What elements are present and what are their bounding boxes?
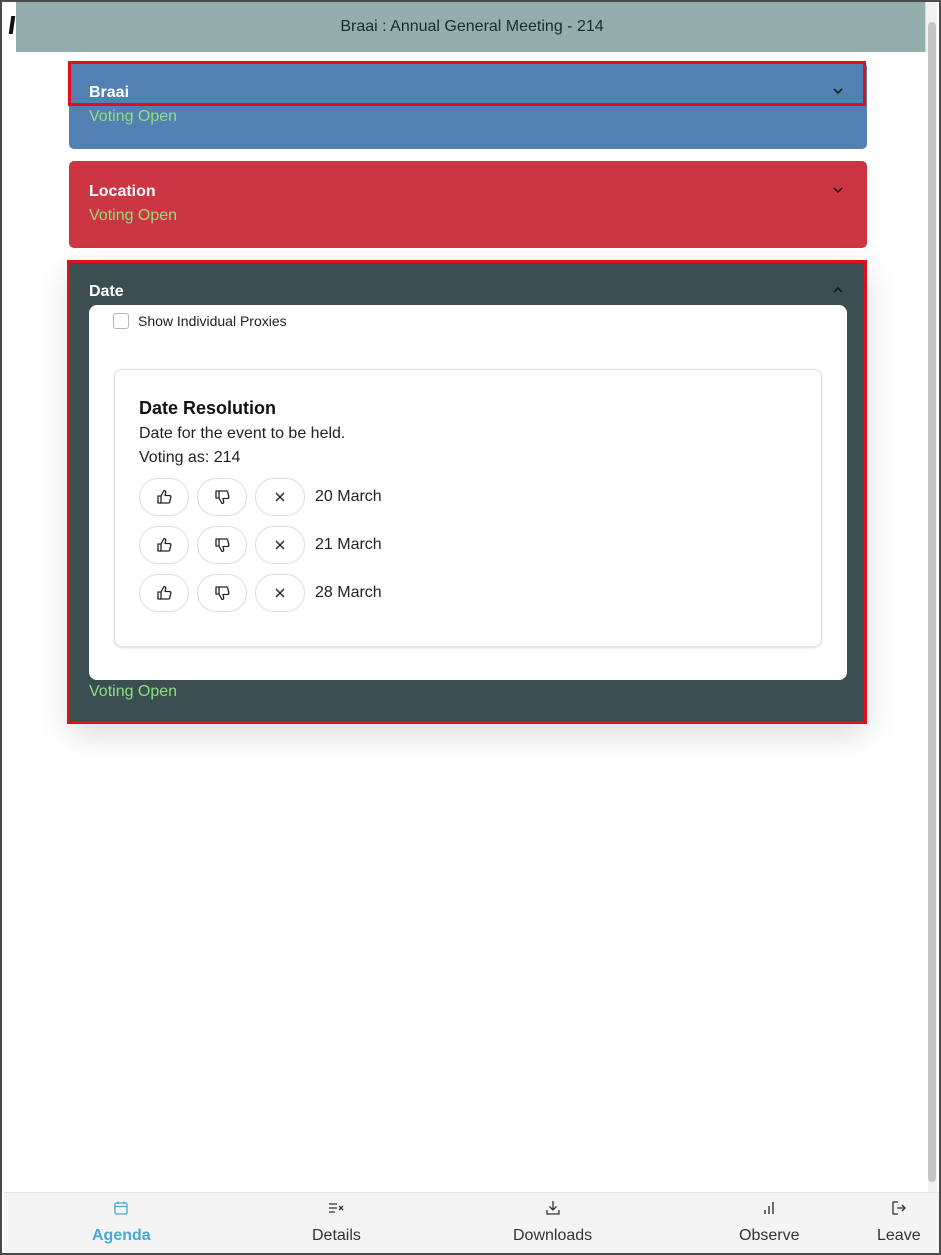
- show-proxies-checkbox[interactable]: [113, 313, 129, 329]
- agenda-item-title: Date: [89, 283, 124, 300]
- exit-icon: [892, 1201, 906, 1215]
- nav-downloads-label: Downloads: [513, 1227, 593, 1244]
- agenda-content: Braai Voting Open Location Voting Open D…: [16, 52, 928, 1192]
- vote-for-button[interactable]: [139, 478, 189, 516]
- nav-details[interactable]: Details: [312, 1199, 361, 1245]
- nav-agenda[interactable]: Agenda: [92, 1199, 151, 1245]
- nav-leave-label: Leave: [877, 1227, 921, 1244]
- vote-against-button[interactable]: [197, 478, 247, 516]
- voting-as-label: Voting as: 214: [139, 449, 241, 466]
- close-icon: [275, 540, 285, 550]
- resolution-title: Date Resolution: [139, 398, 277, 418]
- show-proxies-label: Show Individual Proxies: [138, 313, 287, 329]
- window-corner-glyph: [8, 16, 16, 34]
- thumbs-up-icon: [157, 585, 172, 600]
- chevron-up-icon[interactable]: [831, 283, 845, 297]
- close-icon: [275, 588, 285, 598]
- thumbs-down-icon: [215, 586, 230, 601]
- scrollbar-thumb[interactable]: [928, 22, 936, 1182]
- vote-option-label: 20 March: [315, 488, 382, 505]
- nav-downloads[interactable]: Downloads: [513, 1199, 592, 1245]
- show-proxies-toggle[interactable]: Show Individual Proxies: [113, 313, 287, 329]
- nav-observe-label: Observe: [739, 1227, 800, 1244]
- download-icon: [545, 1201, 560, 1215]
- nav-agenda-label: Agenda: [92, 1227, 151, 1244]
- vote-abstain-button[interactable]: [255, 574, 305, 612]
- calendar-icon: [114, 1201, 128, 1215]
- chevron-down-icon[interactable]: [831, 183, 845, 197]
- app-window: Braai : Annual General Meeting - 214 Bra…: [0, 0, 941, 1255]
- vote-for-button[interactable]: [139, 574, 189, 612]
- agenda-item-braai[interactable]: Braai Voting Open: [69, 62, 867, 149]
- nav-leave[interactable]: Leave: [877, 1199, 921, 1245]
- agenda-item-status: Voting Open: [89, 207, 178, 224]
- close-icon: [275, 492, 285, 502]
- resolution-description: Date for the event to be held.: [139, 425, 346, 442]
- thumbs-up-icon: [157, 489, 172, 504]
- thumbs-down-icon: [215, 538, 230, 553]
- agenda-item-title: Braai: [89, 84, 130, 101]
- chevron-down-icon[interactable]: [831, 84, 845, 98]
- date-panel-body: Show Individual Proxies Date Resolution …: [89, 305, 847, 680]
- vote-for-button[interactable]: [139, 526, 189, 564]
- agenda-item-status: Voting Open: [89, 108, 178, 125]
- bottom-navigation: Agenda Details Downloads Observe Leave: [4, 1192, 939, 1253]
- agenda-item-date[interactable]: Date Show Individual Proxies Date Resolu…: [69, 261, 867, 724]
- nav-details-label: Details: [312, 1227, 361, 1244]
- bar-chart-icon: [764, 1202, 774, 1214]
- vote-against-button[interactable]: [197, 574, 247, 612]
- vote-option-row: 21 March: [139, 526, 382, 564]
- page-title: Braai : Annual General Meeting - 214: [340, 18, 604, 35]
- vote-option-row: 20 March: [139, 478, 382, 516]
- vote-abstain-button[interactable]: [255, 526, 305, 564]
- list-x-icon: [329, 1203, 344, 1213]
- thumbs-up-icon: [157, 537, 172, 552]
- vote-against-button[interactable]: [197, 526, 247, 564]
- vote-option-label: 21 March: [315, 536, 382, 553]
- agenda-item-location[interactable]: Location Voting Open: [69, 161, 867, 248]
- resolution-card: Date Resolution Date for the event to be…: [114, 369, 822, 647]
- nav-observe[interactable]: Observe: [739, 1199, 799, 1245]
- vote-option-label: 28 March: [315, 584, 382, 601]
- page-header: Braai : Annual General Meeting - 214: [16, 2, 928, 52]
- thumbs-down-icon: [215, 490, 230, 505]
- agenda-item-status: Voting Open: [89, 683, 178, 700]
- vote-option-row: 28 March: [139, 574, 382, 612]
- agenda-item-title: Location: [89, 183, 156, 200]
- vote-abstain-button[interactable]: [255, 478, 305, 516]
